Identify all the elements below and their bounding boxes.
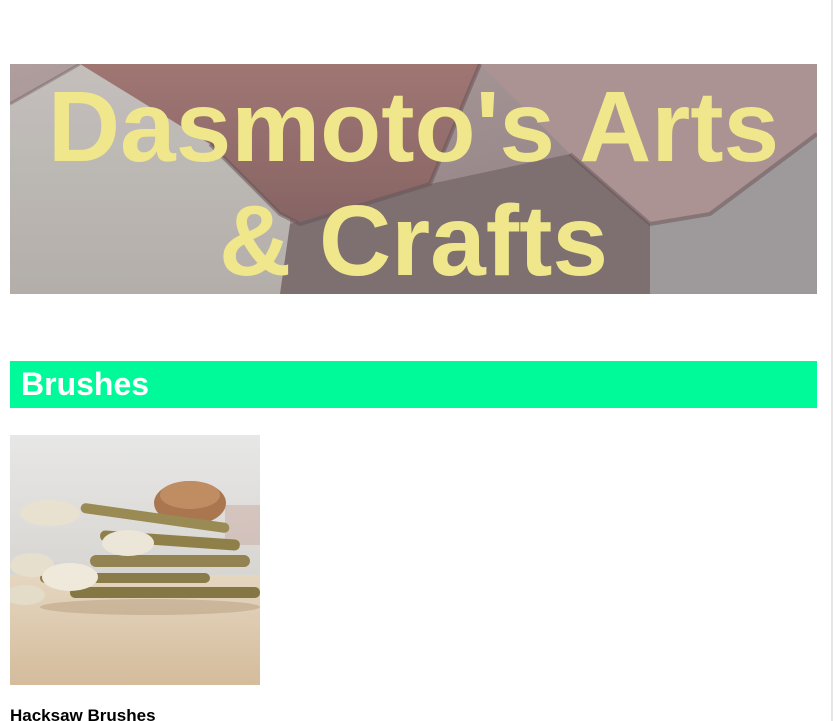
- header-banner: Dasmoto's Arts & Crafts: [10, 64, 817, 294]
- product-caption: Hacksaw Brushes: [10, 706, 156, 721]
- page: Dasmoto's Arts & Crafts Brushes Hacksaw …: [0, 0, 833, 721]
- brushes-photo: [10, 435, 260, 685]
- product-image-hacksaw-brushes: [10, 435, 260, 685]
- section-heading-brushes: Brushes: [10, 361, 817, 408]
- site-title: Dasmoto's Arts & Crafts: [47, 71, 780, 294]
